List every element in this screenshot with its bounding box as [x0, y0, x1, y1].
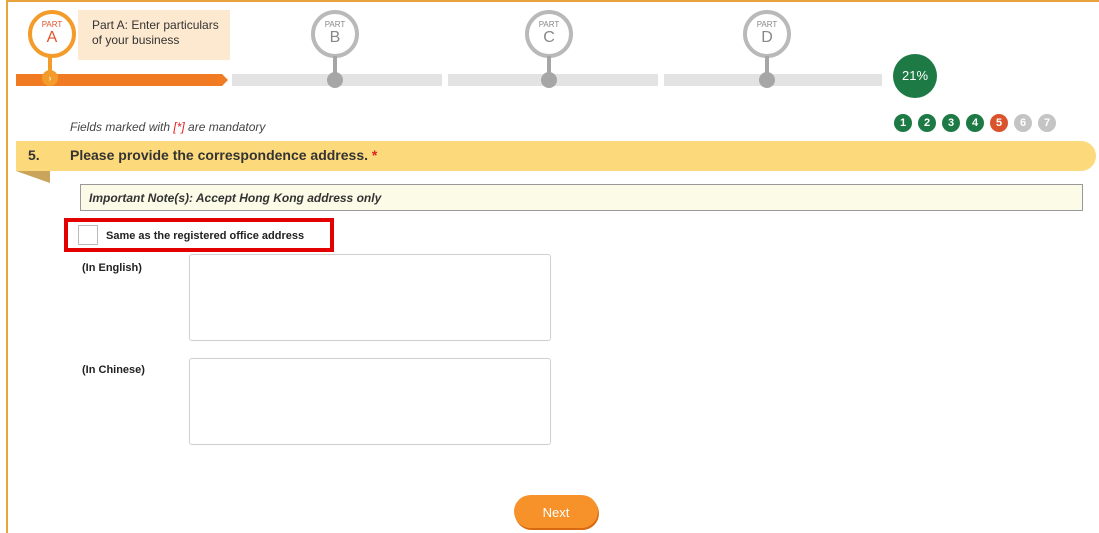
- part-a-arrow-icon: ›: [42, 70, 58, 86]
- part-b-caption: PART: [324, 20, 346, 29]
- part-d-letter: D: [761, 29, 773, 46]
- chinese-address-label: (In Chinese): [82, 364, 145, 376]
- step-7: 7: [1038, 114, 1056, 132]
- part-b-indicator[interactable]: PART B: [311, 10, 359, 58]
- english-address-label: (In English): [82, 262, 142, 274]
- required-star: *: [371, 147, 378, 163]
- chinese-address-input[interactable]: [189, 358, 551, 445]
- important-note: Important Note(s): Accept Hong Kong addr…: [80, 184, 1083, 211]
- same-as-registered-label[interactable]: Same as the registered office address: [106, 230, 304, 242]
- question-band-fold: [16, 171, 50, 183]
- question-title: Please provide the correspondence addres…: [70, 147, 377, 163]
- question-text: Please provide the correspondence addres…: [70, 147, 369, 163]
- question-number: 5.: [28, 147, 40, 163]
- part-a-letter: A: [46, 29, 58, 46]
- part-c-indicator[interactable]: PART C: [525, 10, 573, 58]
- part-a-indicator[interactable]: PART A: [28, 10, 76, 58]
- step-4[interactable]: 4: [966, 114, 984, 132]
- step-6: 6: [1014, 114, 1032, 132]
- next-button[interactable]: Next: [514, 495, 598, 528]
- part-d-indicator[interactable]: PART D: [743, 10, 791, 58]
- mandatory-prefix: Fields marked with: [70, 120, 174, 134]
- mandatory-fields-note: Fields marked with [*] are mandatory: [70, 120, 265, 134]
- part-c-knob: [541, 72, 557, 88]
- step-2[interactable]: 2: [918, 114, 936, 132]
- progress-percent-badge: 21%: [893, 54, 937, 98]
- part-b-letter: B: [329, 29, 341, 46]
- mandatory-suffix: are mandatory: [184, 120, 266, 134]
- part-d-caption: PART: [756, 20, 778, 29]
- part-b-knob: [327, 72, 343, 88]
- part-c-caption: PART: [538, 20, 560, 29]
- step-5-current: 5: [990, 114, 1008, 132]
- part-d-knob: [759, 72, 775, 88]
- part-c-letter: C: [543, 29, 555, 46]
- step-1[interactable]: 1: [894, 114, 912, 132]
- mandatory-marker: [*]: [173, 120, 185, 134]
- part-a-caption: PART: [41, 20, 63, 29]
- active-part-tooltip: Part A: Enter particulars of your busine…: [78, 10, 230, 60]
- step-indicator: 1 2 3 4 5 6 7: [894, 114, 1056, 132]
- english-address-input[interactable]: [189, 254, 551, 341]
- same-as-registered-checkbox[interactable]: [78, 225, 98, 245]
- step-3[interactable]: 3: [942, 114, 960, 132]
